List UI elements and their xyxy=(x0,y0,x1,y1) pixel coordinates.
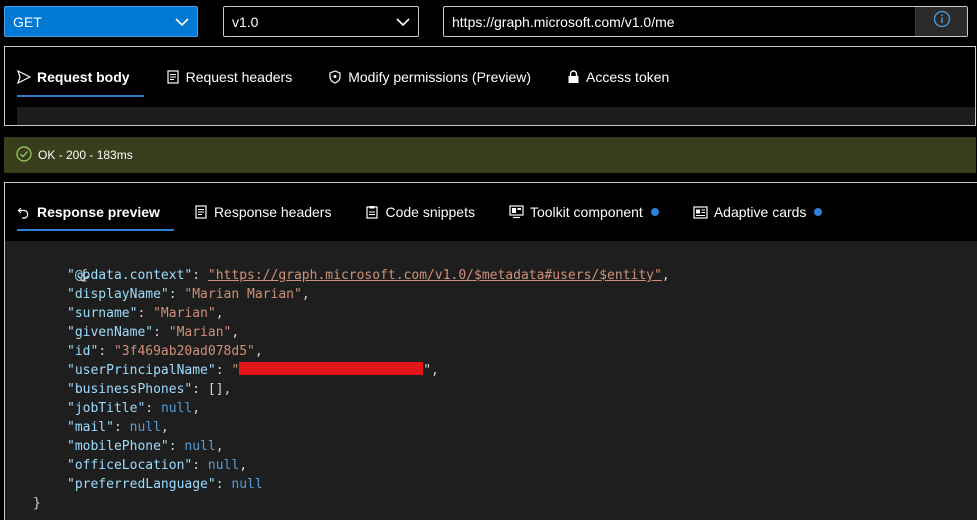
tab-toolkit-component[interactable]: Toolkit component xyxy=(509,183,673,241)
success-check-icon xyxy=(16,145,32,165)
url-input[interactable] xyxy=(444,7,915,36)
json-line: "userPrincipalName": " ", xyxy=(67,362,439,378)
tab-label: Modify permissions (Preview) xyxy=(348,69,532,85)
json-link-value[interactable]: "https://graph.microsoft.com/v1.0/$metad… xyxy=(208,268,662,283)
tab-label: Code snippets xyxy=(385,204,475,220)
undo-icon xyxy=(17,205,31,219)
clipboard-icon xyxy=(365,205,379,219)
card-icon xyxy=(693,205,708,219)
api-version-value: v1.0 xyxy=(232,13,259,30)
status-text: OK - 200 - 183ms xyxy=(38,148,133,162)
status-bar: OK - 200 - 183ms xyxy=(4,137,976,173)
json-line: "mail": null, xyxy=(67,420,169,435)
tab-label: Toolkit component xyxy=(529,204,643,220)
document-icon xyxy=(194,205,208,219)
tab-label: Request headers xyxy=(185,69,293,85)
tab-label: Response preview xyxy=(37,204,160,220)
http-method-value: GET xyxy=(13,13,42,30)
response-json-viewer[interactable]: { "@odata.context": "https://graph.micro… xyxy=(5,241,977,520)
tab-access-token[interactable]: Access token xyxy=(567,47,683,107)
tab-response-preview[interactable]: Response preview xyxy=(17,183,174,241)
toolkit-icon xyxy=(509,205,524,219)
request-body-editor[interactable] xyxy=(17,107,975,125)
url-box xyxy=(443,6,968,37)
json-line: "surname": "Marian", xyxy=(67,306,224,321)
json-close-line: } xyxy=(5,494,977,513)
api-version-select[interactable]: v1.0 xyxy=(223,6,419,37)
chevron-down-icon xyxy=(175,14,189,30)
tab-response-headers[interactable]: Response headers xyxy=(194,183,346,241)
new-indicator-dot xyxy=(650,208,659,216)
tab-label: Request body xyxy=(37,69,130,85)
info-button[interactable] xyxy=(915,7,967,36)
tab-modify-permissions[interactable]: Modify permissions (Preview) xyxy=(328,47,545,107)
json-line: "jobTitle": null, xyxy=(67,401,201,416)
json-line: "givenName": "Marian", xyxy=(67,325,240,340)
json-line: "displayName": "Marian Marian", xyxy=(67,287,310,302)
json-open-line: { xyxy=(5,247,977,283)
json-line: "id": "3f469ab20ad078d5", xyxy=(67,344,263,359)
response-panel: Response preview Response headers Code s… xyxy=(4,182,977,520)
request-panel: Request body Request headers Modify perm… xyxy=(4,46,976,126)
json-line: "officeLocation": null, xyxy=(67,458,248,473)
new-indicator-dot xyxy=(814,208,823,216)
tab-label: Access token xyxy=(586,69,670,85)
chevron-down-icon xyxy=(396,14,410,30)
lock-icon xyxy=(567,70,580,84)
http-method-select[interactable]: GET xyxy=(4,6,198,37)
tab-label: Adaptive cards xyxy=(713,204,807,220)
json-line: "mobilePhone": null, xyxy=(67,439,224,454)
json-line: "businessPhones": [], xyxy=(67,382,232,397)
info-icon xyxy=(933,10,951,33)
json-close-brace: } xyxy=(33,496,41,511)
response-tabs: Response preview Response headers Code s… xyxy=(5,183,977,241)
shield-icon xyxy=(328,70,342,84)
tab-request-headers[interactable]: Request headers xyxy=(166,47,307,107)
tab-adaptive-cards[interactable]: Adaptive cards xyxy=(693,183,837,241)
send-icon xyxy=(17,70,31,84)
tab-label: Response headers xyxy=(213,204,332,220)
document-icon xyxy=(166,70,180,84)
tab-code-snippets[interactable]: Code snippets xyxy=(365,183,489,241)
tab-request-body[interactable]: Request body xyxy=(17,47,144,107)
redaction-bar xyxy=(239,362,424,375)
request-tabs: Request body Request headers Modify perm… xyxy=(5,47,975,107)
json-line: "@odata.context": "https://graph.microso… xyxy=(67,268,670,283)
json-line: "preferredLanguage": null xyxy=(67,477,263,492)
